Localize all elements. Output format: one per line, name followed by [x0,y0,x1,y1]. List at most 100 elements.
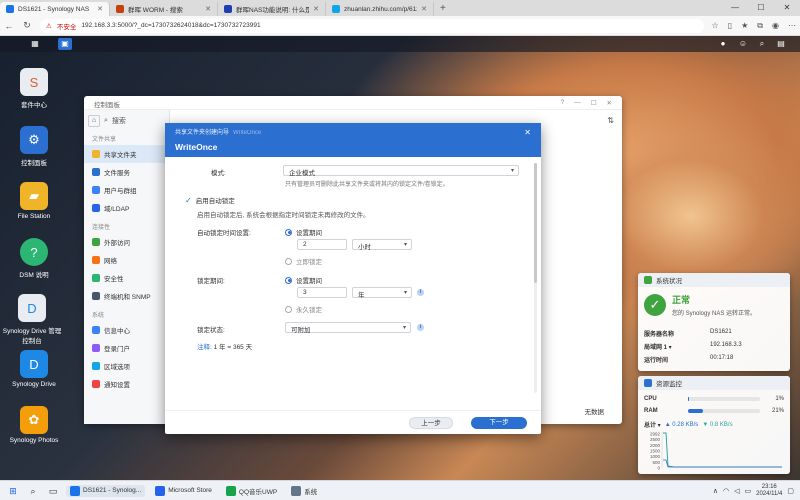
sidebar-item-network[interactable]: 网络 [84,251,169,269]
refresh-icon[interactable]: ↻ [22,20,32,31]
auto-lock-unit-select[interactable]: 小时 ▾ [352,239,412,251]
split-screen-icon[interactable]: ▯ [728,21,732,31]
desktop-icon-file-station[interactable]: ▰ File Station [4,182,64,220]
maximize-icon[interactable]: ☐ [591,99,597,107]
search-icon[interactable]: ⌕ [26,484,40,498]
close-tab-icon[interactable]: ✕ [421,5,427,13]
new-tab-button[interactable]: + [434,3,452,14]
desktop-icon-drive-admin[interactable]: D Synology Drive 管理控制台 [2,294,62,345]
tab-ds1621[interactable]: DS1621 - Synology NAS ✕ [0,2,110,16]
battery-icon[interactable]: ▭ [745,487,752,495]
user-icon[interactable]: ☺ [736,38,750,50]
close-tab-icon[interactable]: ✕ [313,5,319,13]
sidebar-item-label: 区域选项 [104,364,130,371]
close-icon[interactable]: ✕ [524,128,531,137]
home-icon[interactable]: ⌂ [88,115,100,127]
sidebar-item-login-portal[interactable]: 登录门户 [84,339,169,357]
search-input[interactable]: 搜索 [112,116,126,126]
auto-lock-checkbox[interactable]: ✓ 启用自动锁定 [185,195,235,206]
help-icon[interactable]: ? [561,99,565,106]
task-view-icon[interactable]: ▭ [46,484,60,498]
taskbar-app-system[interactable]: 系统 [287,485,321,497]
wifi-icon[interactable]: ◠ [723,487,729,495]
scrollbar[interactable] [534,163,537,393]
lock-period-unit-select[interactable]: 年 ▾ [352,287,412,299]
close-tab-icon[interactable]: ✕ [205,5,211,13]
monitor-icon [644,379,652,387]
search-icon[interactable]: ⌕ [755,38,769,50]
taskbar-app-store[interactable]: Microsoft Store [151,485,216,497]
ram-bar [688,409,760,413]
url-field[interactable]: ⚠ 不安全 192.168.3.3:5000/?_dc=173073262401… [40,18,704,33]
desktop-icon-synology-drive[interactable]: D Synology Drive [4,350,64,388]
back-icon[interactable]: ← [4,21,14,31]
sidebar-item-file-services[interactable]: 文件服务 [84,163,169,181]
minimize-icon[interactable]: — [574,99,581,106]
start-icon[interactable]: ⊞ [6,484,20,498]
close-tab-icon[interactable]: ✕ [97,5,103,13]
sidebar-item-users[interactable]: 用户与群组 [84,181,169,199]
network-select[interactable]: 总计 ▾ [644,420,661,429]
auto-lock-period-radio[interactable]: 设置期间 [285,227,322,237]
taskbar-app-browser[interactable]: DS1621 - Synolog... [66,484,146,497]
previous-button[interactable]: 上一步 [409,417,453,429]
sidebar-item-external-access[interactable]: 外部访问 [84,233,169,251]
lock-state-value: 可附加 [291,327,311,334]
mode-select[interactable]: 企业模式 ▾ [283,165,519,177]
desktop-icon-synology-photos[interactable]: ✿ Synology Photos [4,406,64,444]
desktop-icon-package-center[interactable]: S 套件中心 [4,68,64,109]
tab-worm-search[interactable]: 群晖 WORM - 搜索 ✕ [110,2,218,16]
clock[interactable]: 23:16 2024/11/4 [756,484,782,498]
sidebar-item-domain[interactable]: 域/LDAP [84,199,169,217]
y-tick-label: 1000 [650,454,661,459]
info-icon[interactable]: i [417,324,424,331]
desktop-icon-dsm-help[interactable]: ? DSM 说明 [4,238,64,279]
desktop-icon-control-panel[interactable]: ⚙ 控制面板 [4,126,64,167]
more-menu-icon[interactable]: ⋯ [788,21,796,31]
browser-tab-bar: DS1621 - Synology NAS ✕ 群晖 WORM - 搜索 ✕ 群… [0,0,800,16]
auto-lock-time-label: 自动锁定时间设置: [197,230,251,237]
section-header: 连接性 [92,225,111,231]
main-menu-icon[interactable]: ▦ [28,38,42,50]
favorites-icon[interactable]: ★ [741,21,748,31]
control-panel-taskbar-icon[interactable]: ▣ [58,38,72,50]
status-summary: ✓ 正常 您的 Synology NAS 运转正常。 [638,287,790,323]
lock-period-radio[interactable]: 设置期间 [285,275,322,285]
lock-state-select[interactable]: 可附加 ▾ [285,322,411,334]
tab-zhihu[interactable]: zhuanlan.zhihu.com/p/61283340... ✕ [326,2,434,16]
info-icon[interactable]: i [417,289,424,296]
sidebar-item-security[interactable]: 安全性 [84,269,169,287]
sort-icon[interactable]: ⇅ [607,116,614,125]
chevron-down-icon: ▾ [403,242,407,248]
sidebar-item-shared-folder[interactable]: 共享文件夹 [84,145,169,163]
maximize-icon[interactable]: ☐ [748,0,774,16]
dsm-taskbar: ▦ ▣ ● ☺ ⌕ ▤ [0,36,800,52]
permanent-lock-radio[interactable]: 永久锁定 [285,304,322,314]
profile-icon[interactable]: ◉ [772,21,779,31]
next-button[interactable]: 下一步 [471,417,527,429]
row-key[interactable]: 局域网 1 ▾ [644,342,710,351]
favorite-star-icon[interactable]: ☆ [712,21,719,31]
shield-icon [644,276,652,284]
sidebar-item-terminal[interactable]: 终端机和 SNMP [84,287,169,305]
tray-overflow-icon[interactable]: ∧ [713,487,718,495]
notifications-icon[interactable]: ▢ [787,487,794,495]
sidebar-item-label: 域/LDAP [104,206,130,213]
taskbar-app-label: DS1621 - Synolog... [83,487,142,494]
widgets-icon[interactable]: ▤ [774,38,788,50]
tab-writeonce-article[interactable]: 群晖NAS功能说明: 什么是Write... ✕ [218,2,326,16]
sidebar-item-notification[interactable]: 通知设置 [84,375,169,393]
sidebar-item-regional[interactable]: 区域选项 [84,357,169,375]
auto-lock-value-input[interactable]: 2 [297,239,347,250]
taskbar-app-qqmusic[interactable]: QQ音乐UWP [222,485,281,497]
sidebar-item-info-center[interactable]: 信息中心 [84,321,169,339]
lock-period-value-input[interactable]: 3 [297,287,347,298]
close-icon[interactable]: ✕ [607,99,612,107]
notification-icon[interactable]: ● [716,38,730,50]
immediate-lock-radio[interactable]: 立即锁定 [285,256,322,266]
collections-icon[interactable]: ⧉ [757,21,763,31]
row-key: 服务器名称 [644,332,675,338]
close-window-icon[interactable]: ✕ [774,0,800,16]
volume-icon[interactable]: ◁ [734,487,739,495]
minimize-icon[interactable]: — [722,0,748,16]
